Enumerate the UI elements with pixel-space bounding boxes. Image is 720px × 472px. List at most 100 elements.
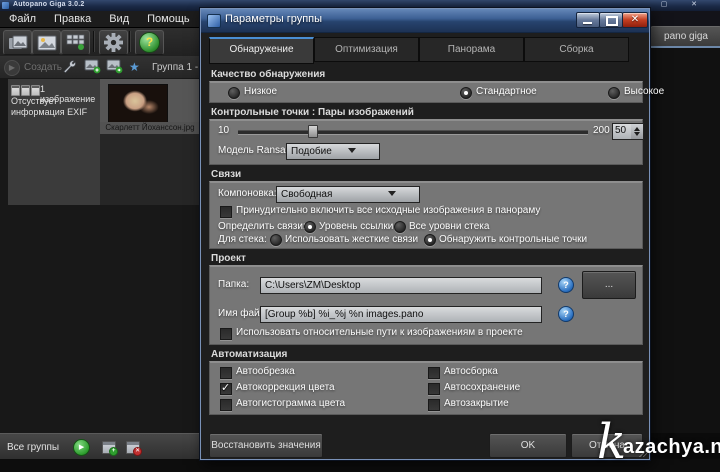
group-card-info[interactable]: 1 изображение Отсуствует информация EXIF (8, 79, 100, 205)
tab-panorama[interactable]: Панорама (419, 37, 524, 62)
layout-dropdown[interactable]: Свободная (276, 186, 420, 203)
screen: Autopano Giga 3.0.2 ▢ ✕ Файл Правка Вид … (0, 0, 720, 472)
resize-grip[interactable] (639, 449, 647, 457)
main-maximize-button[interactable]: ▢ (658, 1, 670, 9)
folder-label: Папка: (218, 279, 249, 290)
all-stack-levels-label[interactable]: Все уровни стека (409, 221, 489, 232)
slider-max-label: 200 (593, 125, 610, 136)
tab-detection[interactable]: Обнаружение (209, 37, 314, 64)
statusbar (0, 459, 720, 472)
radio-quality-standard[interactable] (460, 87, 472, 99)
autocrop-checkbox[interactable] (220, 367, 232, 379)
autocolor-label[interactable]: Автокоррекция цвета (236, 382, 335, 393)
open-images-button[interactable] (3, 30, 32, 55)
autoassembly-label[interactable]: Автосборка (444, 366, 498, 377)
radio-all-stack-levels[interactable] (394, 221, 406, 233)
menu-view[interactable]: Вид (100, 11, 138, 27)
group-card-empty-area (100, 134, 200, 205)
for-stack-label: Для стека: (218, 234, 267, 245)
photo-mountain-icon (37, 35, 57, 51)
layout-label: Компоновка: (218, 188, 277, 199)
tab-pano-giga[interactable]: pano giga (650, 26, 720, 47)
rigid-links-label[interactable]: Использовать жесткие связи (285, 234, 418, 245)
workspace-dark-panel (650, 48, 720, 433)
gear-icon (104, 33, 123, 52)
filename-input[interactable]: [Group %b] %i_%j %n images.pano (260, 306, 542, 323)
quality-low-label[interactable]: Низкое (244, 86, 277, 97)
batch-button[interactable] (61, 30, 90, 55)
add-group-button[interactable]: + (102, 441, 116, 454)
autoclose-label[interactable]: Автозакрытие (444, 398, 509, 409)
dropdown-arrow-icon (388, 191, 396, 196)
relative-paths-checkbox[interactable] (220, 328, 232, 340)
quality-standard-label[interactable]: Стандартное (476, 86, 537, 97)
ransac-dropdown[interactable]: Подобие (286, 143, 380, 160)
menu-file[interactable]: Файл (0, 11, 45, 27)
detect-button[interactable] (32, 30, 61, 55)
menu-edit[interactable]: Правка (45, 11, 100, 27)
all-groups-label: Все группы (7, 442, 59, 453)
radio-link-level[interactable] (304, 221, 316, 233)
autohistogram-checkbox[interactable] (220, 399, 232, 411)
link-level-label[interactable]: Уровень ссылки (319, 221, 393, 232)
folder-input[interactable]: C:\Users\ZM\Desktop (260, 277, 542, 294)
menu-help[interactable]: Помощь (138, 11, 199, 27)
tab-assembly[interactable]: Сборка (524, 37, 629, 62)
toolbar-separator (129, 31, 131, 52)
autoclose-checkbox[interactable] (428, 399, 440, 411)
quality-high-label[interactable]: Высокое (624, 86, 664, 97)
spin-up-icon[interactable] (634, 127, 640, 131)
dialog-maximize-button[interactable] (599, 12, 623, 28)
folder-help-icon[interactable]: ? (558, 277, 574, 293)
settings-button[interactable] (99, 30, 128, 55)
dialog-close-button[interactable]: ✕ (622, 12, 648, 28)
radio-quality-low[interactable] (228, 87, 240, 99)
detect-links-label: Определить связи: (218, 221, 306, 232)
points-slider-handle[interactable] (308, 125, 318, 138)
image-add-icon (84, 59, 101, 74)
section-quality-title: Качество обнаружения (211, 69, 325, 80)
section-automation-title: Автоматизация (211, 349, 287, 360)
radio-detect-control-points[interactable] (424, 234, 436, 246)
autocrop-label[interactable]: Автообрезка (236, 366, 295, 377)
run-all-groups-button[interactable]: ▶ (73, 439, 90, 456)
spin-down-icon[interactable] (634, 132, 640, 136)
points-spinner[interactable] (631, 123, 644, 140)
group-label: Группа 1 - (152, 62, 198, 73)
dialog-minimize-button[interactable] (576, 12, 600, 28)
wrench-icon (62, 59, 77, 74)
filename-help-icon[interactable]: ? (558, 306, 574, 322)
automation-panel: Автообрезка ✓ Автокоррекция цвета Автоги… (209, 361, 643, 415)
autocolor-checkbox[interactable]: ✓ (220, 383, 232, 395)
import-images-button[interactable] (106, 59, 123, 79)
help-icon: ? (139, 32, 160, 53)
autoassembly-checkbox[interactable] (428, 367, 440, 379)
points-slider-track[interactable] (238, 130, 588, 135)
force-include-label[interactable]: Принудительно включить все исходные изоб… (236, 205, 540, 216)
create-label[interactable]: Создать (24, 62, 62, 73)
group-settings-dialog: Параметры группы ✕ Обнаружение Оптимизац… (200, 8, 650, 460)
help-button[interactable]: ? (135, 30, 164, 55)
radio-rigid-links[interactable] (270, 234, 282, 246)
relative-paths-label[interactable]: Использовать относительные пути к изобра… (236, 327, 523, 338)
control-points-panel: 10 200 50 Модель Ransac: Подобие (209, 119, 643, 165)
autosave-checkbox[interactable] (428, 383, 440, 395)
exif-warning-label: Отсуствует информация EXIF (11, 96, 97, 118)
force-include-checkbox[interactable] (220, 206, 232, 218)
autohistogram-label[interactable]: Автогистограмма цвета (236, 398, 345, 409)
radio-quality-high[interactable] (608, 87, 620, 99)
remove-group-button[interactable]: ✕ (126, 441, 140, 454)
ok-button[interactable]: OK (489, 433, 567, 458)
restore-values-button[interactable]: Восстановить значения (209, 433, 323, 458)
cancel-button[interactable]: Отмена (571, 433, 643, 458)
main-close-button[interactable]: ✕ (688, 1, 700, 9)
detect-control-points-label[interactable]: Обнаружить контрольные точки (439, 234, 587, 245)
run-group-icon[interactable]: ▶ (4, 60, 20, 76)
tab-optimization[interactable]: Оптимизация (314, 37, 419, 62)
thumbnail-photo[interactable] (108, 84, 168, 124)
autosave-label[interactable]: Автосохранение (444, 382, 520, 393)
add-images-button[interactable] (84, 59, 101, 79)
browse-button[interactable]: ... (582, 271, 636, 299)
edit-group-button[interactable] (62, 59, 77, 79)
plugin-star-icon[interactable]: ★ (129, 60, 140, 74)
